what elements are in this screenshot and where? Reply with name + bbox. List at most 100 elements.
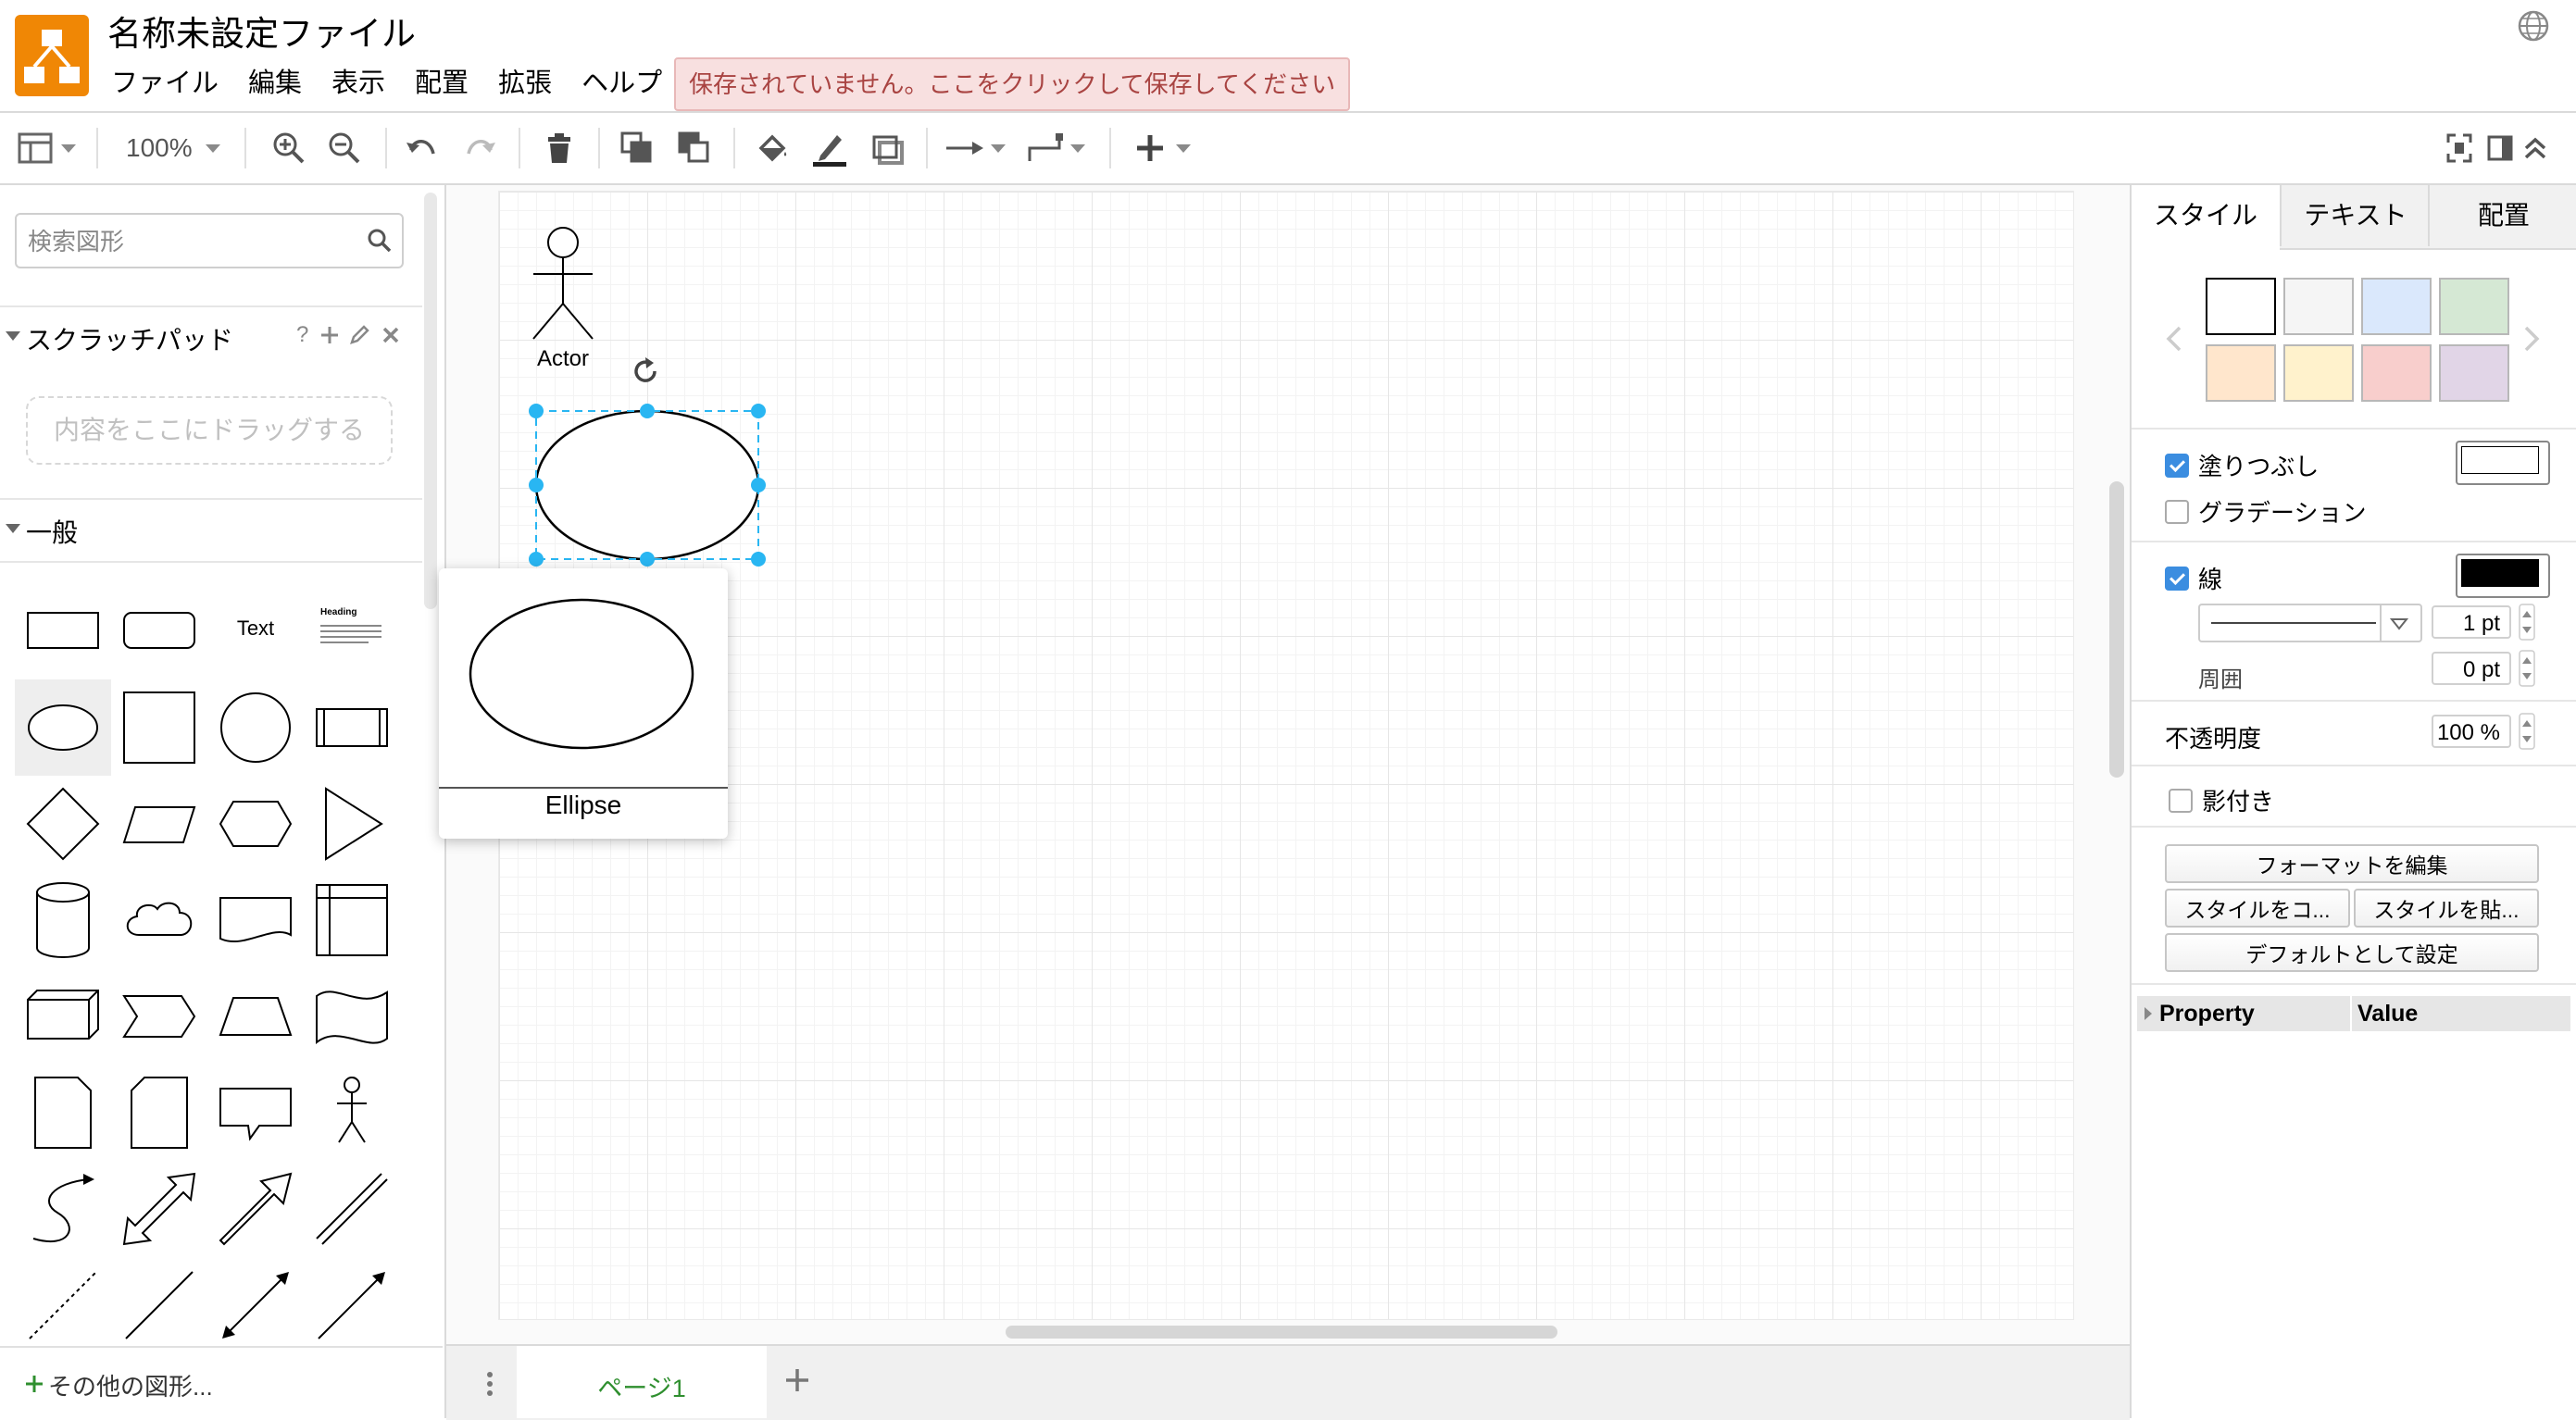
- shadow-checkbox[interactable]: [2169, 789, 2193, 813]
- shape-triangle[interactable]: [304, 776, 400, 872]
- canvas-horizontal-scrollbar[interactable]: [1006, 1326, 1557, 1339]
- menu-extras[interactable]: 拡張: [483, 63, 567, 104]
- opacity-input[interactable]: 100 %: [2432, 715, 2511, 748]
- menu-arrange[interactable]: 配置: [400, 63, 483, 104]
- menu-file[interactable]: ファイル: [96, 63, 233, 104]
- selected-ellipse-shape[interactable]: [524, 400, 770, 567]
- shape-text[interactable]: Text: [207, 583, 304, 679]
- fullscreen-icon[interactable]: [2445, 130, 2474, 167]
- copy-style-button[interactable]: スタイルをコ...: [2165, 889, 2350, 928]
- shape-process[interactable]: [304, 679, 400, 776]
- general-shapes-header[interactable]: 一般: [0, 498, 422, 555]
- line-checkbox[interactable]: [2165, 567, 2189, 591]
- chevron-right-icon[interactable]: [2520, 324, 2543, 354]
- shape-rectangle[interactable]: [15, 583, 111, 679]
- delete-trash-icon[interactable]: [541, 130, 578, 167]
- shape-ellipse-hovered[interactable]: [15, 679, 111, 776]
- insert-plus-icon[interactable]: [1132, 130, 1169, 167]
- chevron-down-icon[interactable]: [991, 144, 1006, 153]
- search-icon[interactable]: [367, 228, 393, 254]
- spinner-arrows-icon[interactable]: [2519, 713, 2535, 750]
- language-globe-icon[interactable]: [2515, 7, 2552, 44]
- unsaved-warning-banner[interactable]: 保存されていません。ここをクリックして保存してください: [674, 57, 1351, 111]
- canvas-vertical-scrollbar[interactable]: [2109, 481, 2124, 778]
- chevron-left-icon[interactable]: [2163, 324, 2185, 354]
- fill-checkbox[interactable]: [2165, 454, 2189, 478]
- menu-help[interactable]: ヘルプ: [567, 63, 677, 104]
- shape-cube[interactable]: [15, 968, 111, 1065]
- shape-cylinder[interactable]: [15, 872, 111, 968]
- fill-color-icon[interactable]: [754, 130, 791, 167]
- chevron-down-icon[interactable]: [61, 144, 76, 153]
- rotate-handle-icon[interactable]: [630, 355, 661, 387]
- fill-color-picker[interactable]: [2456, 441, 2550, 485]
- style-swatch-3[interactable]: [2361, 278, 2432, 335]
- page-menu-dots-icon[interactable]: [483, 1370, 496, 1398]
- scratchpad-header[interactable]: スクラッチパッド ?: [0, 305, 422, 363]
- line-width-input[interactable]: 1 pt: [2432, 605, 2511, 639]
- tab-text[interactable]: テキスト: [2280, 185, 2430, 246]
- style-swatch-5[interactable]: [2206, 344, 2276, 402]
- redo-icon[interactable]: [461, 130, 498, 167]
- style-swatch-1[interactable]: [2206, 278, 2276, 335]
- menu-edit[interactable]: 編集: [233, 63, 317, 104]
- shape-internal-storage[interactable]: [304, 872, 400, 968]
- scratchpad-drop-zone[interactable]: 内容をここにドラッグする: [26, 396, 393, 465]
- shape-hexagon[interactable]: [207, 776, 304, 872]
- style-swatch-7[interactable]: [2361, 344, 2432, 402]
- edit-pencil-icon[interactable]: [348, 324, 370, 346]
- gradient-checkbox[interactable]: [2165, 500, 2189, 524]
- connection-arrow-icon[interactable]: [944, 130, 985, 167]
- style-swatch-8[interactable]: [2439, 344, 2509, 402]
- chevron-down-icon[interactable]: [1070, 144, 1085, 153]
- shape-actor[interactable]: [304, 1065, 400, 1161]
- shape-line[interactable]: [111, 1257, 207, 1353]
- style-swatch-6[interactable]: [2283, 344, 2354, 402]
- shape-cloud[interactable]: [111, 872, 207, 968]
- more-shapes-button[interactable]: その他の図形...: [0, 1346, 443, 1420]
- shape-trapezoid[interactable]: [207, 968, 304, 1065]
- waypoints-icon[interactable]: [1026, 130, 1067, 167]
- shape-circle[interactable]: [207, 679, 304, 776]
- line-color-picker[interactable]: [2456, 554, 2550, 598]
- edit-style-button[interactable]: フォーマットを編集: [2165, 844, 2539, 883]
- diagram-page-grid[interactable]: [498, 191, 2074, 1320]
- shape-rounded-rectangle[interactable]: [111, 583, 207, 679]
- tab-style[interactable]: スタイル: [2132, 185, 2280, 250]
- format-panel-toggle-icon[interactable]: [2485, 130, 2515, 167]
- collapse-up-icon[interactable]: [2520, 130, 2550, 167]
- close-icon[interactable]: [380, 324, 402, 346]
- shape-document[interactable]: [207, 872, 304, 968]
- chevron-down-icon[interactable]: [206, 144, 220, 153]
- sidebar-scrollbar[interactable]: [424, 193, 437, 609]
- shape-card[interactable]: [111, 1065, 207, 1161]
- style-swatch-2[interactable]: [2283, 278, 2354, 335]
- shape-curve[interactable]: [15, 1161, 111, 1257]
- shape-tape[interactable]: [304, 968, 400, 1065]
- page-tab-1[interactable]: ページ1: [517, 1346, 767, 1418]
- line-pattern-select[interactable]: [2198, 604, 2422, 642]
- scratchpad-help-icon[interactable]: ?: [296, 322, 308, 348]
- actor-label[interactable]: Actor: [537, 346, 589, 372]
- shape-bidirectional-connector[interactable]: [207, 1257, 304, 1353]
- expand-triangle-icon[interactable]: [2143, 1005, 2154, 1022]
- shape-diamond[interactable]: [15, 776, 111, 872]
- to-back-icon[interactable]: [676, 130, 713, 167]
- shape-heading-textbox[interactable]: Heading: [304, 583, 400, 679]
- add-plus-icon[interactable]: [319, 324, 341, 346]
- to-front-icon[interactable]: [619, 130, 656, 167]
- shape-link[interactable]: [304, 1161, 400, 1257]
- canvas-actor-shape[interactable]: [528, 218, 598, 343]
- shape-parallelogram[interactable]: [111, 776, 207, 872]
- line-color-icon[interactable]: [811, 130, 848, 167]
- paste-style-button[interactable]: スタイルを貼...: [2354, 889, 2539, 928]
- panel-layout-icon[interactable]: [17, 130, 54, 167]
- shape-dashed-line[interactable]: [15, 1257, 111, 1353]
- shape-search-input[interactable]: [26, 215, 344, 268]
- drawio-logo[interactable]: [15, 15, 89, 96]
- shape-step[interactable]: [111, 968, 207, 1065]
- undo-icon[interactable]: [404, 130, 441, 167]
- document-title[interactable]: 名称未設定ファイル: [107, 6, 416, 56]
- zoom-out-icon[interactable]: [326, 130, 363, 167]
- shadow-icon[interactable]: [869, 130, 906, 167]
